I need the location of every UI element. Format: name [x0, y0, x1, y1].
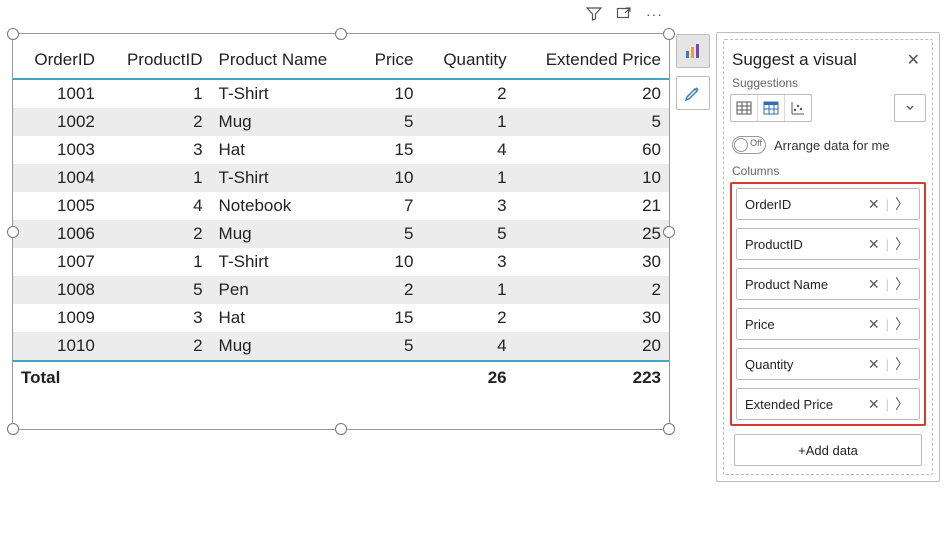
table-row[interactable]: 10071T-Shirt10330: [13, 248, 669, 276]
table-row[interactable]: 10062Mug5525: [13, 220, 669, 248]
field-menu-icon[interactable]: 〉: [891, 394, 913, 414]
focus-mode-icon[interactable]: [616, 6, 632, 22]
more-options-icon[interactable]: ···: [646, 6, 663, 22]
col-header[interactable]: ProductID: [103, 44, 211, 79]
field-menu-icon[interactable]: 〉: [891, 274, 913, 294]
field-label: Extended Price: [745, 397, 833, 412]
resize-handle[interactable]: [7, 226, 19, 238]
remove-field-icon[interactable]: ✕: [864, 196, 884, 213]
field-menu-icon[interactable]: 〉: [891, 234, 913, 254]
suggestion-scatter-icon[interactable]: [785, 95, 811, 121]
table-row[interactable]: 10033Hat15460: [13, 136, 669, 164]
field-label: ProductID: [745, 237, 803, 252]
col-header[interactable]: OrderID: [13, 44, 103, 79]
resize-handle[interactable]: [663, 28, 675, 40]
field-pill[interactable]: Quantity✕|〉: [736, 348, 920, 380]
resize-handle[interactable]: [663, 423, 675, 435]
resize-handle[interactable]: [335, 28, 347, 40]
columns-label: Columns: [732, 164, 926, 178]
resize-handle[interactable]: [663, 226, 675, 238]
pane-title: Suggest a visual: [732, 50, 857, 70]
col-header[interactable]: Quantity: [421, 44, 514, 79]
remove-field-icon[interactable]: ✕: [864, 396, 884, 413]
field-pill[interactable]: ProductID✕|〉: [736, 228, 920, 260]
suggestion-table-icon[interactable]: [731, 95, 758, 121]
table-row[interactable]: 10102Mug5420: [13, 332, 669, 361]
table-row[interactable]: 10085Pen212: [13, 276, 669, 304]
field-menu-icon[interactable]: 〉: [891, 194, 913, 214]
add-data-button[interactable]: +Add data: [734, 434, 922, 466]
table-row[interactable]: 10011T-Shirt10220: [13, 79, 669, 108]
suggest-visual-button[interactable]: [676, 34, 710, 68]
table-row[interactable]: 10054Notebook7321: [13, 192, 669, 220]
table-row[interactable]: 10022Mug515: [13, 108, 669, 136]
resize-handle[interactable]: [7, 423, 19, 435]
suggestion-matrix-icon[interactable]: [758, 95, 785, 121]
arrange-data-label: Arrange data for me: [774, 138, 890, 153]
data-table: OrderID ProductID Product Name Price Qua…: [13, 44, 669, 392]
col-header[interactable]: Price: [357, 44, 421, 79]
field-pill[interactable]: Extended Price✕|〉: [736, 388, 920, 420]
suggestions-label: Suggestions: [732, 76, 926, 90]
table-header-row: OrderID ProductID Product Name Price Qua…: [13, 44, 669, 79]
col-header[interactable]: Product Name: [211, 44, 358, 79]
field-menu-icon[interactable]: 〉: [891, 314, 913, 334]
close-icon[interactable]: ✕: [903, 50, 924, 70]
field-menu-icon[interactable]: 〉: [891, 354, 913, 374]
remove-field-icon[interactable]: ✕: [864, 316, 884, 333]
field-label: Quantity: [745, 357, 793, 372]
field-label: OrderID: [745, 197, 791, 212]
field-label: Price: [745, 317, 775, 332]
resize-handle[interactable]: [7, 28, 19, 40]
table-visual[interactable]: ··· OrderID ProductID Product Name Price…: [12, 33, 670, 430]
col-header[interactable]: Extended Price: [515, 44, 669, 79]
columns-field-well: OrderID✕|〉ProductID✕|〉Product Name✕|〉Pri…: [730, 182, 926, 426]
remove-field-icon[interactable]: ✕: [864, 276, 884, 293]
field-label: Product Name: [745, 277, 828, 292]
filter-icon[interactable]: [586, 6, 602, 22]
table-row[interactable]: 10041T-Shirt10110: [13, 164, 669, 192]
suggestions-more-button[interactable]: [894, 94, 926, 122]
suggest-visual-pane: Suggest a visual ✕ Suggestions Off Arran…: [716, 32, 940, 482]
resize-handle[interactable]: [335, 423, 347, 435]
arrange-data-toggle[interactable]: Off: [732, 136, 766, 154]
suggestion-visual-group: [730, 94, 812, 122]
remove-field-icon[interactable]: ✕: [864, 236, 884, 253]
remove-field-icon[interactable]: ✕: [864, 356, 884, 373]
field-pill[interactable]: OrderID✕|〉: [736, 188, 920, 220]
format-visual-button[interactable]: [676, 76, 710, 110]
field-pill[interactable]: Price✕|〉: [736, 308, 920, 340]
field-pill[interactable]: Product Name✕|〉: [736, 268, 920, 300]
table-row[interactable]: 10093Hat15230: [13, 304, 669, 332]
visual-header-toolbar: ···: [586, 6, 663, 22]
table-total-row: Total26223: [13, 361, 669, 392]
